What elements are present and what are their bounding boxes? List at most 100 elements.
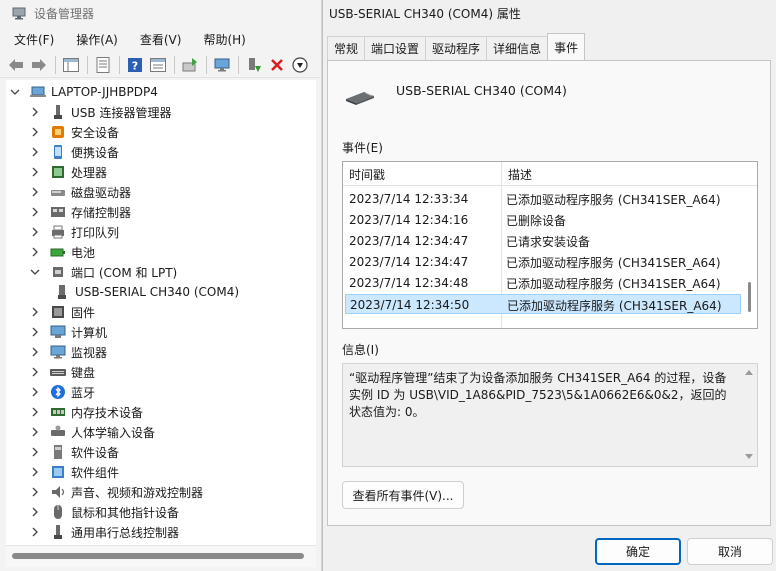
help-icon[interactable]: ? (125, 55, 145, 75)
tree-item-label: 电池 (71, 245, 96, 260)
event-row[interactable]: 2023/7/14 12:34:48 已添加驱动程序服务 (CH341SER_A6… (345, 273, 741, 293)
properties-sheet-icon[interactable] (93, 55, 113, 75)
tree-root[interactable]: LAPTOP-JJHBPDP4 (10, 82, 158, 102)
tree-category-item[interactable]: 计算机 (30, 322, 107, 342)
chevron-right-icon[interactable] (30, 387, 40, 397)
event-row[interactable]: 2023/7/14 12:33:34 已添加驱动程序服务 (CH341SER_A6… (345, 189, 741, 209)
scan-hardware-icon[interactable] (212, 55, 232, 75)
chevron-right-icon[interactable] (30, 327, 40, 337)
menu-view[interactable]: 查看(V) (126, 31, 190, 48)
chevron-right-icon[interactable] (30, 187, 40, 197)
column-header-timestamp[interactable]: 时间戳 (343, 162, 501, 186)
tree-category-item[interactable]: 端口 (COM 和 LPT) (30, 262, 177, 282)
tree-category-item[interactable]: 处理器 (30, 162, 107, 182)
forward-arrow-icon[interactable] (29, 55, 49, 75)
events-list[interactable]: 时间戳 描述 2023/7/14 12:33:34 已添加驱动程序服务 (CH34… (342, 161, 758, 329)
tree-category-item[interactable]: 电池 (30, 242, 95, 262)
scrollbar-thumb[interactable] (748, 282, 751, 312)
event-row[interactable]: 2023/7/14 12:34:50 已添加驱动程序服务 (CH341SER_A6… (345, 294, 741, 314)
tree-category-item[interactable]: 蓝牙 (30, 382, 95, 402)
tree-item-label: 内存技术设备 (71, 405, 144, 420)
tab-port-settings[interactable]: 端口设置 (364, 36, 427, 60)
disable-device-icon[interactable] (290, 55, 310, 75)
tree-item-label: 通用串行总线控制器 (71, 525, 180, 540)
event-row[interactable]: 2023/7/14 12:34:47 已添加驱动程序服务 (CH341SER_A6… (345, 252, 741, 272)
tree-category-item[interactable]: 磁盘驱动器 (30, 182, 131, 202)
tab-driver[interactable]: 驱动程序 (425, 36, 488, 60)
chevron-right-icon[interactable] (30, 487, 40, 497)
chevron-down-icon[interactable] (10, 87, 20, 97)
cancel-button[interactable]: 取消 (687, 538, 773, 565)
chevron-right-icon[interactable] (30, 407, 40, 417)
battery-icon (50, 244, 66, 260)
update-driver-icon[interactable] (180, 55, 200, 75)
bluetooth-icon (50, 384, 66, 400)
tab-general[interactable]: 常规 (327, 36, 366, 60)
tree-category-item[interactable]: 键盘 (30, 362, 95, 382)
toolbar-divider (238, 55, 239, 74)
chevron-right-icon[interactable] (30, 347, 40, 357)
view-by-icon[interactable] (148, 55, 168, 75)
tab-events[interactable]: 事件 (547, 33, 586, 60)
scroll-up-icon[interactable] (745, 370, 753, 375)
tree-category-item[interactable]: 通用串行总线控制器 (30, 522, 179, 542)
tree-item-label: 固件 (71, 305, 96, 320)
column-header-description[interactable]: 描述 (502, 162, 742, 186)
horizontal-scrollbar[interactable] (6, 545, 316, 567)
chevron-right-icon[interactable] (30, 527, 40, 537)
tab-details[interactable]: 详细信息 (486, 36, 549, 60)
event-description: 已删除设备 (506, 213, 567, 228)
events-vertical-scrollbar[interactable] (743, 186, 757, 328)
event-row[interactable]: 2023/7/14 12:34:47 已请求安装设备 (345, 231, 741, 251)
tree-category-item[interactable]: 存储控制器 (30, 202, 131, 222)
tree-category-item[interactable]: 监视器 (30, 342, 107, 362)
menu-help[interactable]: 帮助(H) (189, 31, 253, 48)
scroll-down-icon[interactable] (745, 454, 753, 459)
tree-category-item[interactable]: 便携设备 (30, 142, 119, 162)
tree-category-item[interactable]: 软件组件 (30, 462, 119, 482)
event-row[interactable]: 2023/7/14 12:34:16 已删除设备 (345, 210, 741, 230)
chevron-right-icon[interactable] (30, 367, 40, 377)
events-list-header: 时间戳 描述 (343, 162, 757, 186)
tree-category-item[interactable]: 内存技术设备 (30, 402, 143, 422)
chevron-right-icon[interactable] (30, 507, 40, 517)
chevron-right-icon[interactable] (30, 107, 40, 117)
ok-button[interactable]: 确定 (595, 538, 681, 565)
tree-item-label: 存储控制器 (71, 205, 132, 220)
tree-item-label: 软件设备 (71, 445, 120, 460)
chevron-right-icon[interactable] (30, 147, 40, 157)
tree-category-item[interactable]: 固件 (30, 302, 95, 322)
add-driver-icon[interactable] (244, 55, 264, 75)
uninstall-device-icon[interactable] (267, 55, 287, 75)
tree-device-item[interactable]: USB-SERIAL CH340 (COM4) (54, 282, 239, 302)
chevron-right-icon[interactable] (30, 467, 40, 477)
tree-category-item[interactable]: 打印队列 (30, 222, 119, 242)
tree-category-item[interactable]: 安全设备 (30, 122, 119, 142)
tree-category-item[interactable]: 人体学输入设备 (30, 422, 155, 442)
chevron-right-icon[interactable] (30, 307, 40, 317)
chevron-right-icon[interactable] (30, 247, 40, 257)
menu-action[interactable]: 操作(A) (62, 31, 126, 48)
info-vertical-scrollbar[interactable] (741, 364, 757, 466)
tree-item-label: 安全设备 (71, 125, 120, 140)
tree-item-label: 声音、视频和游戏控制器 (71, 485, 204, 500)
chevron-right-icon[interactable] (30, 427, 40, 437)
show-hide-console-tree-icon[interactable] (61, 55, 81, 75)
chevron-right-icon[interactable] (30, 227, 40, 237)
menu-file[interactable]: 文件(F) (0, 31, 62, 48)
chevron-down-icon[interactable] (30, 267, 40, 277)
chevron-right-icon[interactable] (30, 207, 40, 217)
back-arrow-icon[interactable] (6, 55, 26, 75)
tree-category-item[interactable]: 鼠标和其他指针设备 (30, 502, 179, 522)
chevron-right-icon[interactable] (30, 167, 40, 177)
tree-item-label: 端口 (COM 和 LPT) (71, 265, 178, 280)
device-tree[interactable]: LAPTOP-JJHBPDP4 USB 连接器管理器安全设备便携设备 处理器 磁盘驱… (6, 80, 316, 545)
tree-category-item[interactable]: 软件设备 (30, 442, 119, 462)
tree-category-item[interactable]: 声音、视频和游戏控制器 (30, 482, 203, 502)
tree-category-item[interactable]: USB 连接器管理器 (30, 102, 171, 122)
chevron-right-icon[interactable] (30, 447, 40, 457)
scrollbar-thumb[interactable] (12, 553, 304, 559)
chevron-right-icon[interactable] (30, 127, 40, 137)
view-all-events-button[interactable]: 查看所有事件(V)... (342, 481, 464, 509)
info-textbox[interactable]: “驱动程序管理”结束了为设备添加服务 CH341SER_A64 的过程，设备实例… (342, 363, 758, 467)
